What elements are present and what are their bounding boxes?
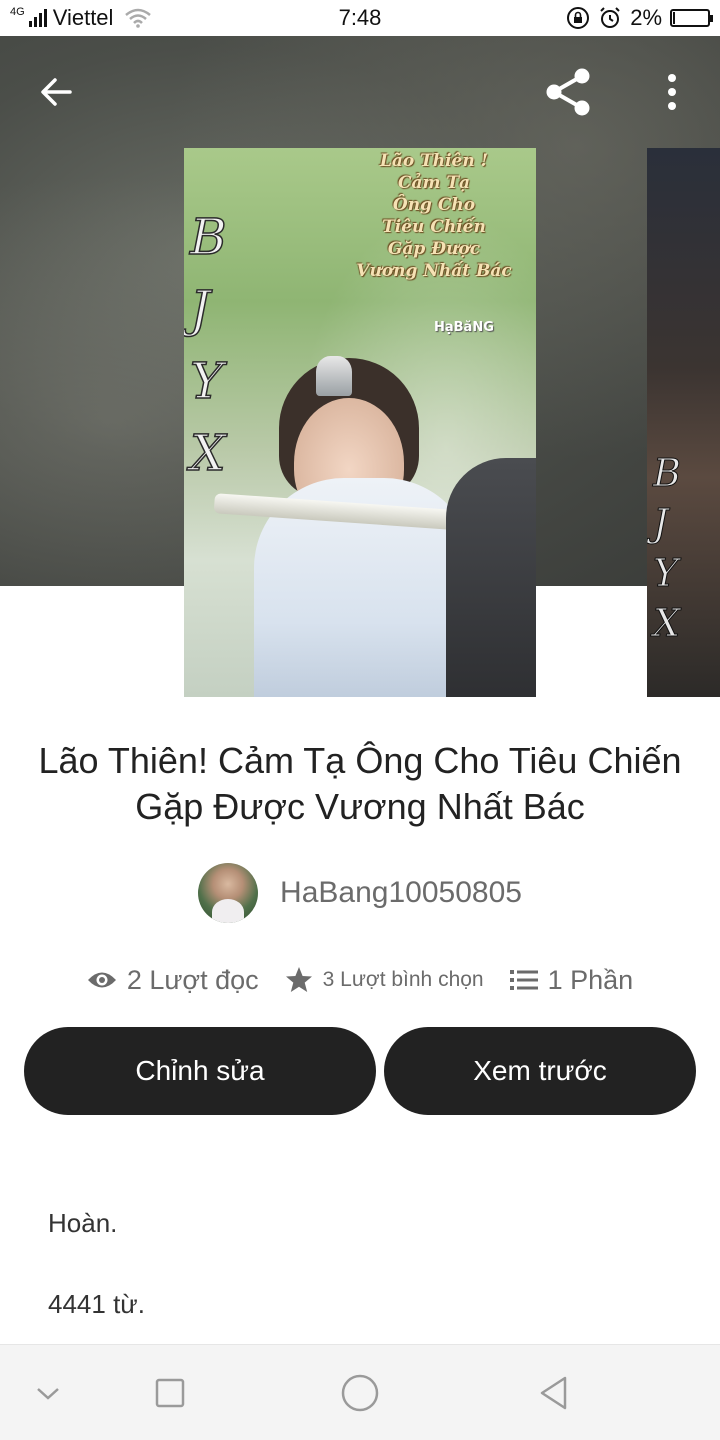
eye-icon	[87, 972, 116, 988]
battery-icon	[670, 9, 713, 27]
cover-letter: X	[189, 423, 226, 483]
status-bar: 4G Viettel 7:48 2%	[0, 0, 720, 36]
cover-letter: X	[653, 601, 681, 646]
cover-letter: Y	[189, 351, 224, 411]
system-nav-bar	[0, 1344, 720, 1440]
cover-figure-crown	[316, 356, 352, 396]
share-icon	[546, 68, 590, 116]
story-title: Lão Thiên! Cảm Tạ Ông Cho Tiêu Chiến Gặp…	[38, 740, 682, 827]
next-cover-letters: B J Y X	[653, 448, 682, 648]
nav-recent-apps-button[interactable]	[140, 1363, 200, 1423]
back-button[interactable]	[28, 62, 84, 122]
list-icon	[509, 970, 538, 990]
story-details-screen: 4G Viettel 7:48 2% B J Y X Lão Thiên ! C…	[0, 0, 720, 1440]
cover-title-line: Vương Nhất Bác	[356, 261, 512, 281]
home-icon	[341, 1374, 379, 1412]
arrow-left-icon	[41, 78, 72, 106]
chevron-down-icon	[37, 1388, 59, 1400]
cover-credit: HạBăNG	[434, 320, 494, 335]
cover-title-line: Ông Cho	[392, 195, 476, 215]
reads-stat: 2 Lượt đọc	[87, 965, 259, 996]
story-cover-image[interactable]: B J Y X Lão Thiên ! Cảm Tạ Ông Cho Tiêu …	[184, 148, 536, 697]
preview-button[interactable]: Xem trước	[384, 1027, 696, 1115]
votes-stat: 3 Lượt bình chọn	[285, 966, 484, 994]
battery-percent: 2%	[630, 5, 662, 30]
cover-letter: Y	[653, 551, 679, 596]
parts-stat: 1 Phần	[509, 964, 634, 996]
word-count-text: 4441 từ.	[48, 1289, 145, 1319]
rotation-lock-icon	[567, 7, 590, 29]
back-triangle-icon	[540, 1376, 567, 1410]
parts-count: 1 Phần	[547, 964, 634, 995]
author-avatar[interactable]	[198, 863, 259, 923]
cover-letter: J	[189, 279, 211, 339]
cover-letter: B	[653, 451, 682, 496]
next-story-cover[interactable]: B J Y X	[647, 148, 720, 697]
author-row[interactable]: HaBang10050805	[0, 862, 720, 924]
edit-button[interactable]: Chỉnh sửa	[24, 1027, 376, 1115]
nav-hide-button[interactable]	[18, 1363, 78, 1423]
share-button[interactable]	[540, 62, 596, 122]
votes-count: 3 Lượt bình chọn	[322, 968, 484, 991]
story-status-text: Hoàn.	[48, 1208, 118, 1238]
alarm-icon	[600, 7, 620, 28]
cover-letters: B J Y X	[189, 207, 250, 483]
more-vertical-icon	[668, 74, 676, 110]
cover-letter: B	[189, 207, 227, 267]
recent-apps-icon	[155, 1378, 185, 1408]
cover-title-text: Lão Thiên ! Cảm Tạ Ông Cho Tiêu Chiến Gặ…	[334, 150, 534, 282]
status-right: 2%	[566, 5, 713, 31]
cover-title-line: Tiêu Chiến	[382, 217, 486, 237]
cover-title-line: Cảm Tạ	[397, 173, 471, 193]
cover-title-line: Gặp Được	[387, 239, 481, 259]
star-icon	[285, 967, 312, 992]
reads-count: 2 Lượt đọc	[126, 964, 259, 995]
author-name[interactable]: HaBang10050805	[280, 876, 522, 910]
cover-title-line: Lão Thiên !	[379, 151, 489, 171]
cover-letter: J	[653, 501, 669, 546]
nav-home-button[interactable]	[330, 1363, 390, 1423]
cover-dark-figure	[446, 458, 536, 697]
story-stats: 2 Lượt đọc 3 Lượt bình chọn 1 Phần	[0, 958, 720, 1002]
more-options-button[interactable]	[644, 62, 700, 122]
nav-back-button[interactable]	[524, 1363, 584, 1423]
